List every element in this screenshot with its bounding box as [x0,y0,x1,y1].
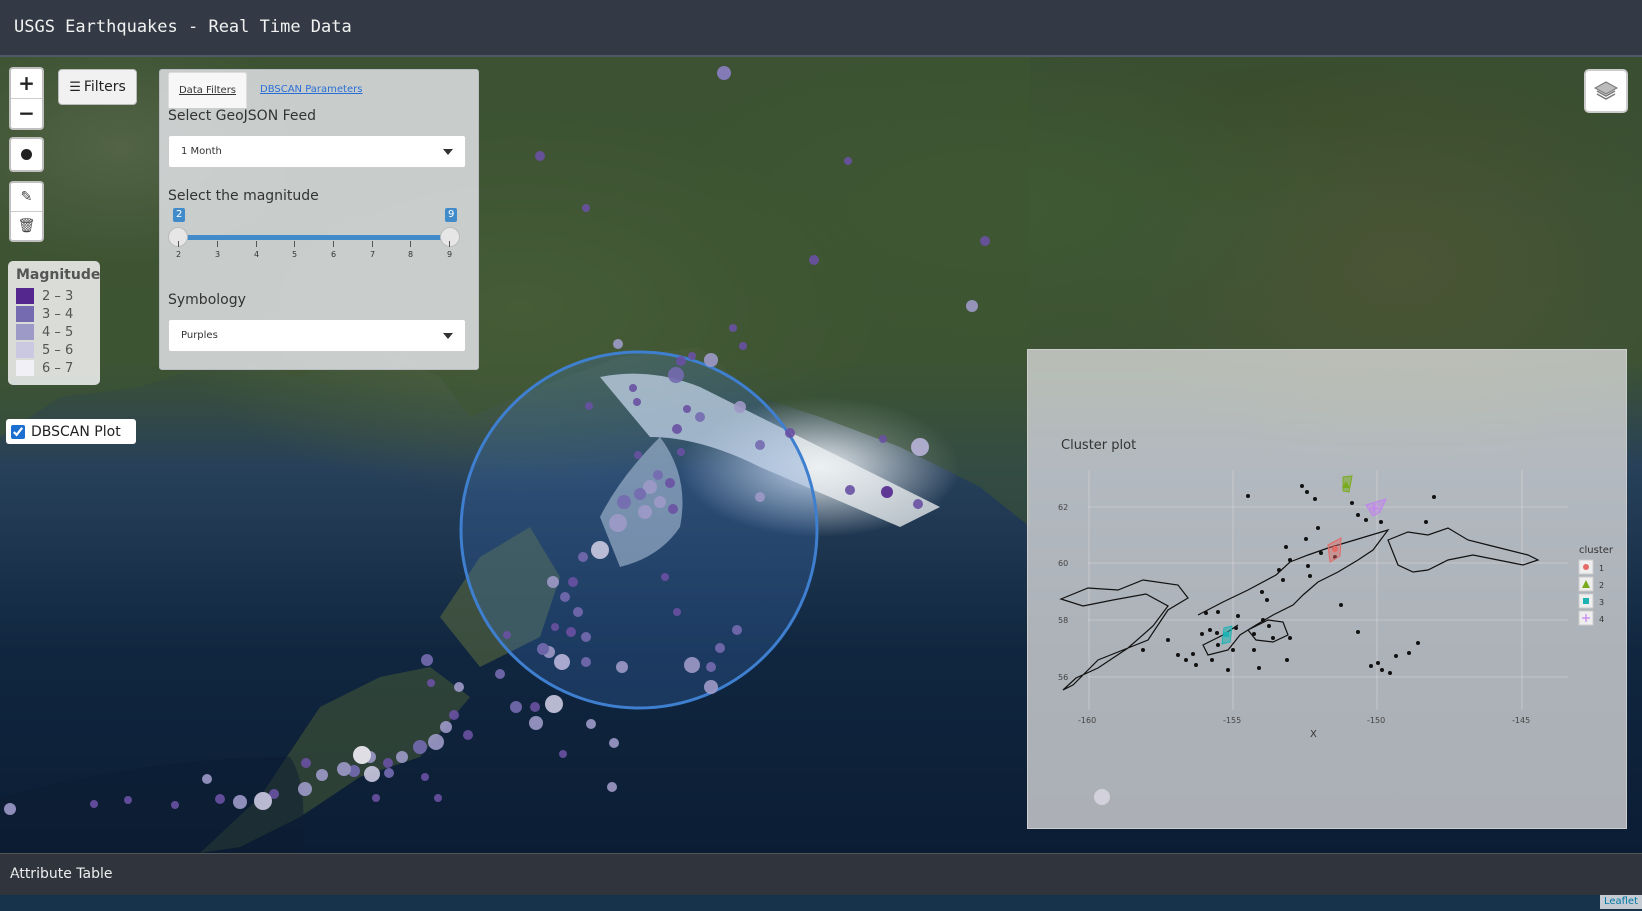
legend-item: 6 – 7 [16,359,92,377]
legend-label: 3 – 4 [42,306,74,322]
symbology-label: Symbology [168,292,246,308]
slider-max-label: 9 [445,208,458,222]
zoom-control: + − [9,67,44,130]
dbscan-label: DBSCAN Plot [31,423,121,440]
slider-max-handle[interactable] [440,227,460,247]
draw-circle-marker-button[interactable] [9,137,44,172]
delete-layers-button[interactable]: 🗑 [11,212,42,240]
y-tick-label: 60 [1058,559,1068,568]
slider-tick [294,241,295,247]
layers-icon [1593,81,1619,100]
cluster-legend-label: 2 [1599,581,1604,590]
trash-icon: 🗑 [17,218,36,234]
cluster-legend-label: 1 [1599,564,1604,573]
legend-item: 3 – 4 [16,305,92,323]
legend-label: 2 – 3 [42,288,74,304]
coastline-outline [1059,527,1540,691]
slider-tick-label: 8 [408,250,414,259]
filters-button[interactable]: ☰ Filters [58,69,137,105]
sliders-icon: ☰ [69,80,81,95]
slider-track [178,235,448,240]
slider-tick-label: 3 [215,250,221,259]
slider-tick-label: 7 [370,250,376,259]
slider-tick-label: 6 [331,250,337,259]
cluster-legend-swatch [1583,598,1589,604]
zoom-out-button[interactable]: − [11,99,42,128]
slider-tick [372,241,373,247]
legend-item: 4 – 5 [16,323,92,341]
dbscan-checkbox[interactable] [11,424,25,439]
legend-item: 5 – 6 [16,341,92,359]
legend-title: Magnitude [16,267,101,283]
y-tick-label: 58 [1058,616,1068,625]
edit-layers-button[interactable]: ✎ [11,183,42,212]
noise-points [1141,484,1436,675]
legend-swatch [16,306,34,322]
legend-label: 4 – 5 [42,324,74,340]
chevron-down-icon: ﹀ [10,872,20,883]
slider-tick-label: 2 [176,250,182,259]
x-tick-label: -145 [1512,716,1530,725]
cluster-legend-swatch [1583,564,1589,570]
magnitude-range-slider[interactable]: 2 9 2 3 4 5 6 7 8 9 [168,208,468,266]
edit-control: ✎ 🗑 [9,181,44,242]
magnitude-label: Select the magnitude [168,188,319,204]
slider-tick-label: 9 [447,250,453,259]
filters-label: Filters [83,79,126,95]
magnitude-legend: Magnitude 2 – 3 3 – 4 4 – 5 5 – 6 6 – 7 [8,261,100,385]
app-title: USGS Earthquakes - Real Time Data [14,17,352,37]
cluster-legend-label: 4 [1599,615,1604,624]
cluster-legend-label: 3 [1599,598,1604,607]
feed-select[interactable]: 1 Month [168,135,466,168]
edit-icon: ✎ [20,189,33,205]
circle-marker-icon [21,149,32,160]
app-header: USGS Earthquakes - Real Time Data [0,0,1642,57]
tab-dbscan-parameters[interactable]: DBSCAN Parameters [260,72,362,107]
chevron-down-icon [443,149,453,155]
tab-data-filters[interactable]: Data Filters [168,72,247,108]
legend-swatch [16,342,34,358]
slider-tick [217,241,218,247]
zoom-in-button[interactable]: + [11,69,42,99]
cluster-hulls [1221,475,1387,645]
cluster-legend-title: cluster [1579,545,1614,556]
symbology-select[interactable]: Purples [168,319,466,352]
cluster-1-point [1332,546,1338,552]
leaflet-attribution-link[interactable]: Leaflet [1599,895,1642,909]
slider-tick [333,241,334,247]
legend-swatch [16,360,34,376]
legend-swatch [16,324,34,340]
x-tick-label: -150 [1367,716,1385,725]
feed-select-value: 1 Month [181,146,222,157]
x-tick-label: -155 [1223,716,1241,725]
filter-tabs: Data Filters DBSCAN Parameters [168,72,470,109]
slider-tick-label: 5 [292,250,298,259]
symbology-select-value: Purples [181,330,218,341]
feed-label: Select GeoJSON Feed [168,108,317,124]
legend-item: 2 – 3 [16,287,92,305]
x-tick-label: -160 [1078,716,1096,725]
y-tick-label: 56 [1058,673,1068,682]
slider-tick [449,241,450,247]
map-bottom-strip [0,895,1642,911]
slider-tick-label: 4 [254,250,260,259]
attribute-table-bar[interactable]: Attribute Table ﹀ [0,853,1642,895]
slider-tick [256,241,257,247]
cluster-3-point [1224,632,1229,637]
dbscan-plot-toggle[interactable]: DBSCAN Plot [6,419,136,444]
slider-min-label: 2 [173,208,186,222]
legend-label: 6 – 7 [42,360,74,376]
chevron-down-icon [443,333,453,339]
slider-tick [410,241,411,247]
layers-button[interactable] [1584,69,1628,113]
cluster-plot: Cluster plot 62 60 58 56 -160 -155 -150 … [1058,438,1614,740]
slider-tick [178,241,179,247]
y-tick-label: 62 [1058,503,1068,512]
legend-label: 5 – 6 [42,342,74,358]
cluster-plot-panel: Cluster plot 62 60 58 56 -160 -155 -150 … [1027,349,1627,829]
x-axis-label: X [1310,729,1317,740]
cluster-plot-title: Cluster plot [1061,438,1136,453]
filter-panel: Data Filters DBSCAN Parameters Select Ge… [159,69,479,370]
legend-swatch [16,288,34,304]
